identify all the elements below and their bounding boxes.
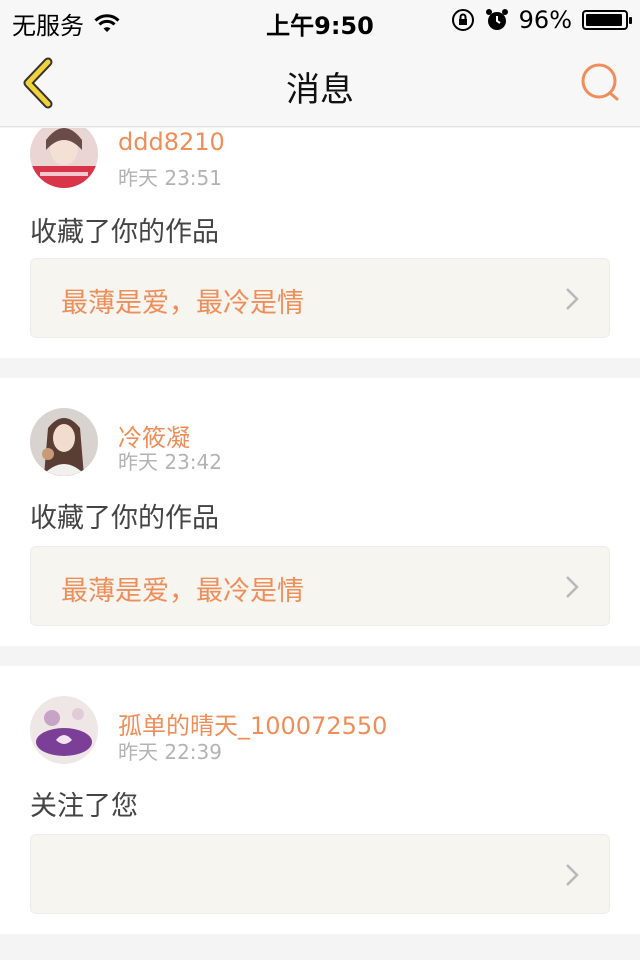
avatar[interactable] (30, 696, 98, 764)
message-card: ddd8210 昨天 23:51 收藏了你的作品 最薄是爱，最冷是情 (0, 128, 640, 358)
message-time: 昨天 23:51 (118, 166, 222, 190)
avatar[interactable] (30, 128, 98, 188)
action-text: 关注了您 (30, 791, 138, 822)
avatar[interactable] (30, 408, 98, 476)
battery-icon (582, 10, 632, 30)
page-title: 消息 (286, 70, 354, 110)
message-time: 昨天 23:42 (118, 450, 222, 474)
work-link[interactable]: 最薄是爱，最冷是情 (30, 546, 610, 626)
nav-bar: 消息 (0, 40, 640, 127)
work-title: 最薄是爱，最冷是情 (61, 576, 304, 607)
username[interactable]: ddd8210 (118, 128, 225, 156)
message-card: 冷筱凝 昨天 23:42 收藏了你的作品 最薄是爱，最冷是情 (0, 378, 640, 646)
battery-fill (586, 14, 623, 26)
chevron-right-icon (566, 864, 579, 886)
alarm-icon (485, 9, 508, 30)
battery-percent: 96% (518, 6, 572, 34)
status-bar-right: 96% (451, 6, 632, 34)
rotation-lock-icon (451, 9, 474, 31)
work-title: 最薄是爱，最冷是情 (61, 288, 304, 319)
search-icon[interactable] (580, 62, 620, 102)
action-text: 收藏了你的作品 (30, 217, 219, 248)
message-time: 昨天 22:39 (118, 740, 222, 764)
message-list[interactable]: ddd8210 昨天 23:51 收藏了你的作品 最薄是爱，最冷是情 冷筱凝 昨… (0, 128, 640, 960)
chevron-right-icon (566, 576, 579, 598)
status-bar: 无服务 上午9:50 96% (0, 0, 640, 40)
action-text: 收藏了你的作品 (30, 503, 219, 534)
work-link[interactable] (30, 834, 610, 914)
work-link[interactable]: 最薄是爱，最冷是情 (30, 258, 610, 338)
chevron-right-icon (566, 288, 579, 310)
message-card: 孤单的晴天_100072550 昨天 22:39 关注了您 (0, 666, 640, 934)
